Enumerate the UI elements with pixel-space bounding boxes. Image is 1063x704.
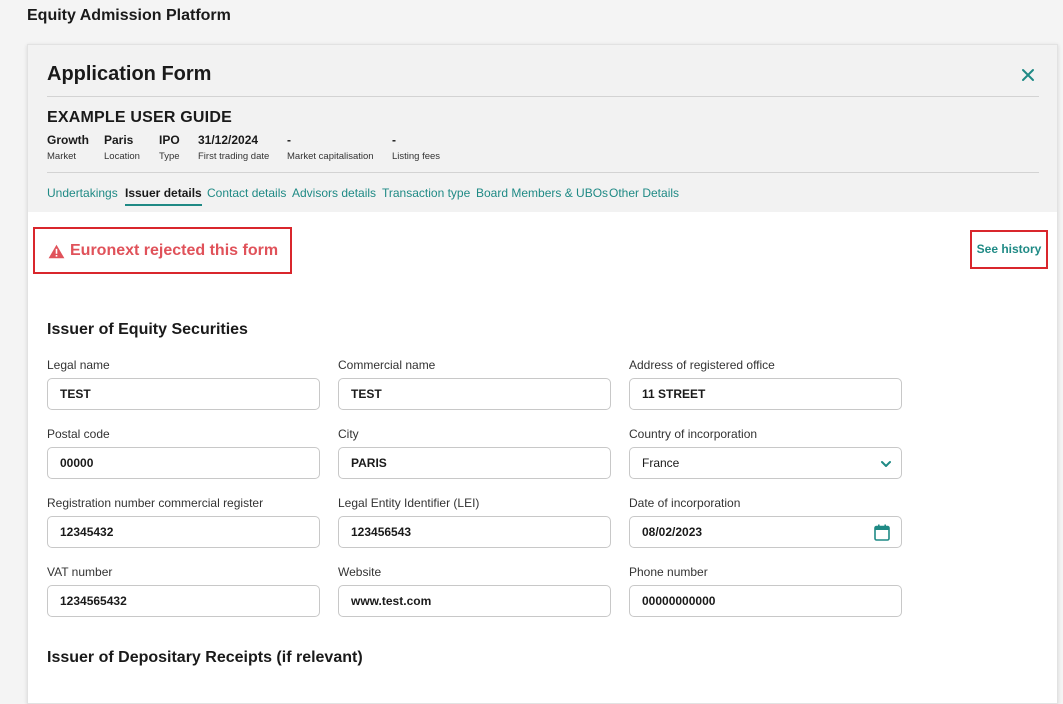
city-input[interactable]	[338, 447, 611, 479]
meta-market: Growth Market	[47, 133, 89, 163]
meta-value: Paris	[104, 133, 134, 147]
commercial-name-input[interactable]	[338, 378, 611, 410]
meta-value: 31/12/2024	[198, 133, 259, 147]
warning-icon	[48, 244, 65, 258]
meta-location: Paris Location	[104, 133, 140, 163]
meta-label: Market	[47, 151, 77, 162]
meta-label: Market capitalisation	[287, 151, 374, 162]
city-label: City	[338, 427, 359, 441]
tab-issuer-details[interactable]: Issuer details	[125, 186, 202, 206]
header-divider	[47, 172, 1039, 173]
meta-listing-fees: - Listing fees	[392, 133, 440, 163]
rejection-banner: Euronext rejected this form	[33, 227, 292, 274]
close-icon[interactable]	[1018, 65, 1038, 85]
lei-input[interactable]	[338, 516, 611, 548]
phone-label: Phone number	[629, 565, 708, 579]
application-form-card: Application Form EXAMPLE USER GUIDE Grow…	[27, 44, 1058, 704]
form-header: Application Form EXAMPLE USER GUIDE Grow…	[28, 45, 1057, 212]
calendar-icon[interactable]	[874, 524, 890, 541]
meta-value: Growth	[47, 133, 89, 147]
country-select[interactable]: France	[629, 447, 902, 479]
country-label: Country of incorporation	[629, 427, 758, 441]
incorporation-date-label: Date of incorporation	[629, 496, 741, 510]
meta-type: IPO Type	[159, 133, 180, 163]
see-history-box: See history	[970, 230, 1048, 269]
lei-label: Legal Entity Identifier (LEI)	[338, 496, 480, 510]
legal-name-input[interactable]	[47, 378, 320, 410]
see-history-link[interactable]: See history	[972, 242, 1046, 256]
postal-code-label: Postal code	[47, 427, 110, 441]
incorporation-date-value: 08/02/2023	[642, 525, 703, 539]
section-title-issuer: Issuer of Equity Securities	[47, 321, 248, 338]
tab-other-details[interactable]: Other Details	[609, 186, 679, 204]
section-title-depositary: Issuer of Depositary Receipts (if releva…	[47, 649, 363, 666]
meta-value: -	[392, 133, 396, 147]
meta-value: -	[287, 133, 291, 147]
chevron-down-icon	[881, 461, 891, 467]
meta-label: Type	[159, 151, 180, 162]
header-divider	[47, 96, 1039, 97]
rejection-text: Euronext rejected this form	[70, 242, 279, 259]
meta-value: IPO	[159, 133, 180, 147]
meta-market-capitalisation: - Market capitalisation	[287, 133, 374, 163]
country-select-value: France	[642, 456, 680, 470]
website-input[interactable]	[338, 585, 611, 617]
incorporation-date-input[interactable]: 08/02/2023	[629, 516, 902, 548]
tab-contact-details[interactable]: Contact details	[207, 186, 286, 204]
guide-title: EXAMPLE USER GUIDE	[47, 109, 232, 126]
vat-label: VAT number	[47, 565, 113, 579]
tab-advisors-details[interactable]: Advisors details	[292, 186, 376, 204]
meta-first-trading-date: 31/12/2024 First trading date	[198, 133, 269, 163]
address-input[interactable]	[629, 378, 902, 410]
meta-label: Listing fees	[392, 151, 441, 162]
rejection-message: Euronext rejected this form	[48, 242, 278, 260]
tab-transaction-type[interactable]: Transaction type	[382, 186, 470, 204]
form-title: Application Form	[47, 63, 212, 85]
commercial-name-label: Commercial name	[338, 358, 436, 372]
tab-undertakings[interactable]: Undertakings	[47, 186, 118, 204]
postal-code-input[interactable]	[47, 447, 320, 479]
reg-number-input[interactable]	[47, 516, 320, 548]
legal-name-label: Legal name	[47, 358, 110, 372]
meta-label: Location	[104, 151, 140, 162]
website-label: Website	[338, 565, 382, 579]
vat-input[interactable]	[47, 585, 320, 617]
address-label: Address of registered office	[629, 358, 775, 372]
phone-input[interactable]	[629, 585, 902, 617]
app-title: Equity Admission Platform	[27, 7, 231, 24]
tab-board-members-ubos[interactable]: Board Members & UBOs	[476, 186, 608, 204]
reg-number-label: Registration number commercial register	[47, 496, 264, 510]
meta-label: First trading date	[198, 151, 270, 162]
